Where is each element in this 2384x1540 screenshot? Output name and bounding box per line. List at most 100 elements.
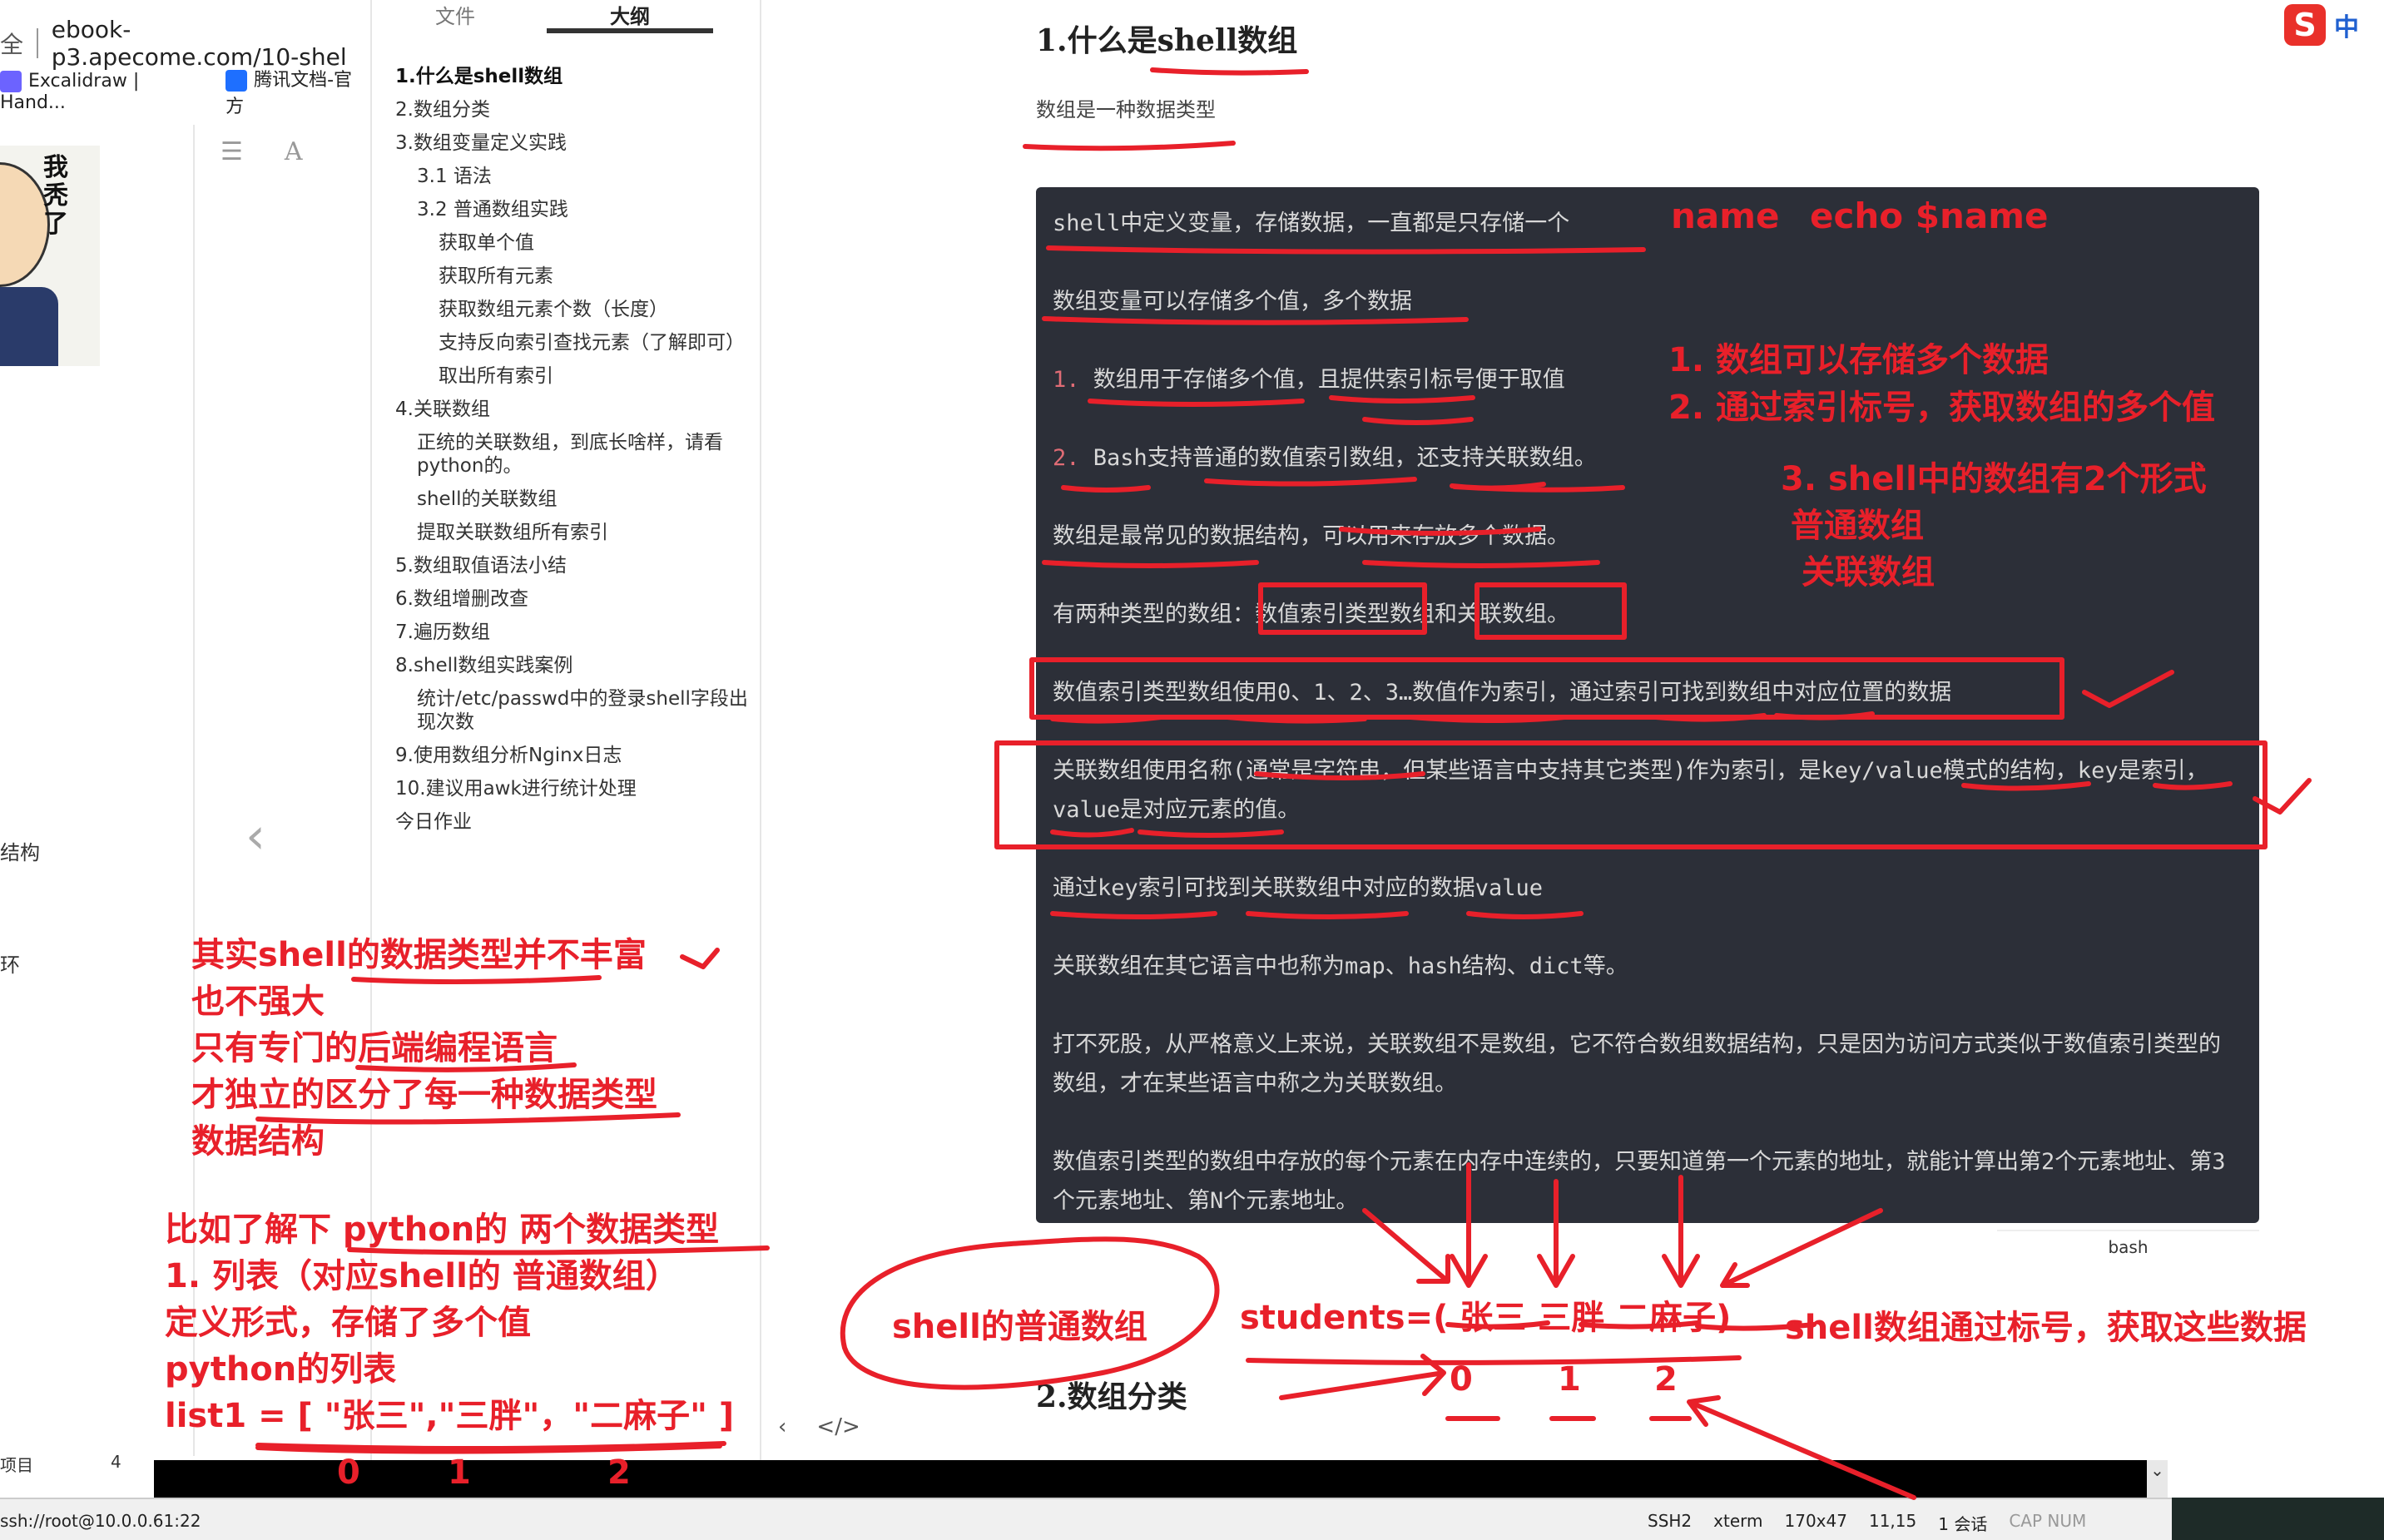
annotation-index: 2 [1654,1360,1678,1399]
annotation-left-4: 才独立的区分了每一种数据类型 [191,1076,657,1114]
address-bar[interactable]: 全 ebook-p3.apecome.com/10-shel [0,16,370,71]
annotation-left-5: 数据结构 [191,1122,325,1161]
page-subtitle: 数组是一种数据类型 [1036,98,1216,121]
code-language-label[interactable]: bash [1997,1230,2259,1261]
status-term: xterm [1713,1511,1763,1531]
side-text-loop: 环 [0,953,20,977]
code-line: 数组变量可以存储多个值，多个数据 [1053,289,1412,314]
annotation-left-1: 其实shell的数据类型并不丰富 [191,936,647,974]
document-area: 1.什么是shell数组 数组是一种数据类型 shell中定义变量，存储数据，一… [761,0,2384,1464]
code-line: 有两种类型的数组：数值索引类型数组和关联数组。 [1053,602,1569,627]
outline-item[interactable]: 统计/etc/passwd中的登录shell字段出现次数 [395,682,753,739]
annotation-index: 1 [1558,1360,1581,1399]
sogou-icon: S [2284,4,2326,46]
annotation-left-3: 只有专门的后端编程语言 [191,1029,558,1067]
outline-tabs: 文件 大纲 [372,0,763,33]
taskbar-edge [2172,1498,2384,1540]
annotation-index: 0 [1450,1360,1473,1399]
code-line: 数值索引类型数组使用0、1、2、3…数值作为索引，通过索引可找到数组中对应位置的… [1053,680,1952,706]
list-number: 1. [1053,367,1080,393]
chevron-left-icon[interactable]: ‹ [778,1414,786,1439]
code-line: 打不死股，从严格意义上来说，关联数组不是数组，它不符合数组数据结构，只是因为访问… [1053,1032,2221,1097]
outline-item[interactable]: 正统的关联数组，到底长啥样，请看python的。 [395,426,753,483]
outline-item[interactable]: 获取所有元素 [395,260,753,293]
editor-toolbar: ☰ A [221,137,303,166]
outline-item[interactable]: 8.shell数组实践案例 [395,649,753,682]
outline-item[interactable]: 3.2 普通数组实践 [395,193,753,226]
code-line: 关联数组使用名称(通常是字符串，但某些语言中支持其它类型)作为索引，是key/v… [1053,758,2208,823]
annotation-name: name [1671,196,1780,236]
status-cursor: 11,15 [1868,1511,1917,1531]
page-title: 1.什么是shell数组 [1036,17,1297,60]
annotation-summary-2: 2. 通过索引标号，获取数组的多个值 [1668,389,2215,427]
scroll-down-icon[interactable]: ⌄ [2147,1460,2168,1498]
address-divider [37,28,38,58]
outline-item[interactable]: 5.数组取值语法小结 [395,549,753,582]
annotation-index: 1 [448,1453,471,1492]
outline-item[interactable]: 提取关联数组所有索引 [395,516,753,549]
outline-item[interactable]: 今日作业 [395,805,753,839]
tab-outline[interactable]: 大纲 [547,0,713,33]
outline-item[interactable]: 1.什么是shell数组 [395,60,753,93]
status-keys: CAP NUM [2009,1511,2087,1531]
list-icon[interactable]: ☰ [221,137,243,166]
status-protocol: SSH2 [1648,1511,1693,1531]
url-text[interactable]: ebook-p3.apecome.com/10-shel [52,16,370,71]
list-number: 2. [1053,445,1080,471]
ime-indicator[interactable]: S 中 [2284,4,2359,46]
annotation-python-2: 1. 列表（对应shell的 普通数组） [165,1257,679,1295]
outline-item[interactable]: 3.1 语法 [395,160,753,193]
title-bold: shell [1157,23,1238,58]
annotation-python-1: 比如了解下 python的 两个数据类型 [165,1211,720,1249]
annotation-summary-3: 3. shell中的数组有2个形式 [1781,460,2207,498]
annotation-left-2: 也不强大 [191,983,325,1021]
chevron-left-icon[interactable]: ‹ [245,807,265,865]
pen-icon [0,70,22,92]
annotation-echo: echo $name [1810,196,2049,236]
avatar-face [0,162,50,287]
bookmark-tencent-docs[interactable]: 腾讯文档-官方 [226,65,370,118]
code-line: 关联数组在其它语言中也称为map、hash结构、dict等。 [1053,953,1628,979]
status-items: SSH2 xterm 170x47 11,15 1 会话 CAP NUM [1648,1511,2086,1535]
tencent-docs-icon [226,70,248,92]
outline-list: 1.什么是shell数组 2.数组分类 3.数组变量定义实践 3.1 语法 3.2 普通… [395,60,753,839]
code-line: 通过key索引可找到关联数组中对应的数据value [1053,875,1544,901]
title-prefix: 1.什么是 [1036,23,1157,58]
annotation-bubble-label: shell的普通数组 [892,1308,1147,1346]
annotation-python-5: list1 = [ "张三","三胖"，"二麻子" ] [165,1397,735,1435]
outline-item[interactable]: 10.建议用awk进行统计处理 [395,772,753,805]
outline-item[interactable]: 7.遍历数组 [395,616,753,649]
font-icon[interactable]: A [285,137,303,166]
ime-mode: 中 [2334,13,2359,42]
annotation-students: students=( 张三 三胖 二麻子) [1240,1299,1732,1337]
annotation-summary-4: 普通数组 [1791,507,1924,545]
title-suffix: 数组 [1237,23,1298,58]
outline-item[interactable]: 支持反向索引查找元素（了解即可） [395,326,753,359]
terminal-status-bar: ssh://root@10.0.0.61:22 SSH2 xterm 170x4… [0,1498,2172,1540]
outline-item[interactable]: 4.关联数组 [395,393,753,426]
outline-item[interactable]: 9.使用数组分析Nginx日志 [395,739,753,772]
avatar: 我秃了 [0,146,100,366]
outline-item[interactable]: 获取数组元素个数（长度） [395,293,753,326]
outline-item[interactable]: 2.数组分类 [395,93,753,126]
code-line: shell中定义变量，存储数据，一直都是只存储一个 [1053,210,1570,236]
doc-footer-toolbar: ‹ </> [778,1414,860,1439]
source-code-icon[interactable]: </> [816,1414,860,1439]
outline-item[interactable]: shell的关联数组 [395,483,753,516]
annotation-python-4: python的列表 [165,1350,397,1389]
security-indicator[interactable]: 全 [0,27,23,60]
annotation-python-3: 定义形式，存储了多个值 [165,1304,531,1342]
annotation-students-note: shell数组通过标号，获取这些数据 [1785,1309,2307,1347]
bookmarks-bar: Excalidraw | Hand... 腾讯文档-官方 [0,70,370,117]
bookmark-excalidraw[interactable]: Excalidraw | Hand... [0,70,211,113]
tab-files[interactable]: 文件 [372,0,538,33]
annotation-summary-1: 1. 数组可以存储多个数据 [1668,341,2049,379]
status-sessions: 1 会话 [1938,1514,1988,1534]
outline-item[interactable]: 3.数组变量定义实践 [395,126,753,160]
code-block[interactable]: shell中定义变量，存储数据，一直都是只存储一个 数组变量可以存储多个值，多个… [1036,187,2259,1223]
status-size: 170x47 [1784,1511,1847,1531]
outline-item[interactable]: 获取单个值 [395,226,753,260]
outline-item[interactable]: 取出所有索引 [395,359,753,393]
avatar-caption: 我秃了 [43,153,68,239]
outline-item[interactable]: 6.数组增删改查 [395,582,753,616]
